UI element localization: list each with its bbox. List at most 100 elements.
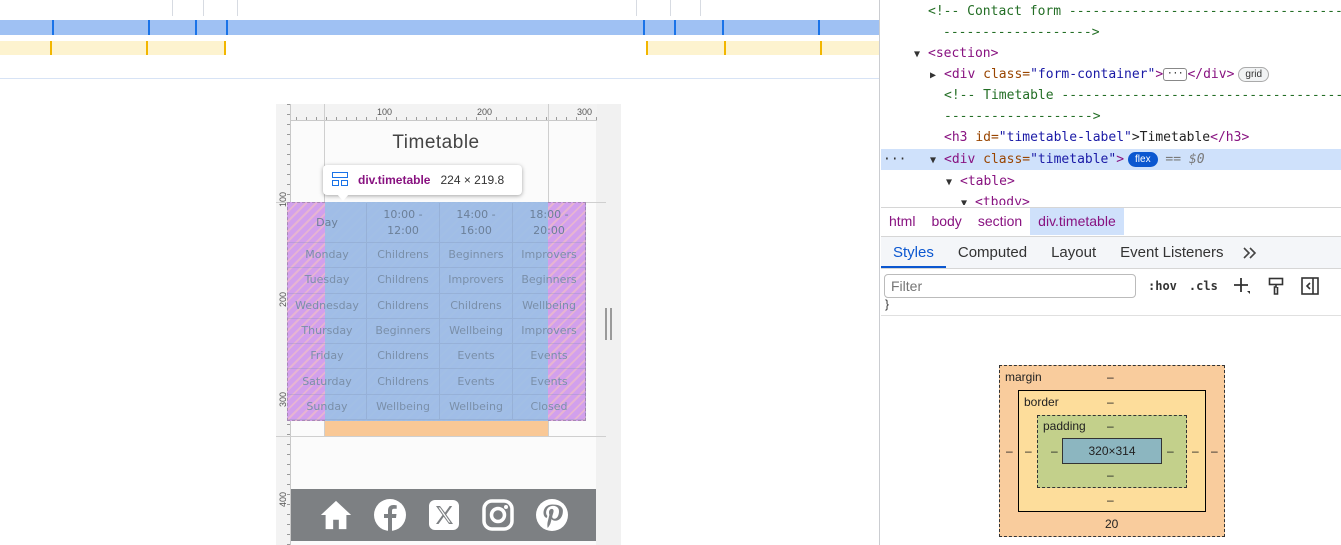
breadcrumb-item-section[interactable]: section xyxy=(970,208,1030,235)
paint-brush-icon[interactable] xyxy=(1266,276,1286,296)
table-cell: Tuesday xyxy=(288,268,367,294)
box-model-content[interactable]: 320×314 xyxy=(1062,438,1162,464)
table-cell: Events xyxy=(440,344,513,370)
table-cell: Beginners xyxy=(440,243,513,269)
breakpoint-marker[interactable] xyxy=(195,20,197,35)
tooltip-arrow xyxy=(337,194,349,201)
breakpoint-marker[interactable] xyxy=(674,20,676,35)
media-query-bar-min-width[interactable] xyxy=(646,41,879,55)
border-left-value[interactable]: – xyxy=(1025,444,1032,458)
rule-closing-brace: } xyxy=(885,297,890,311)
facebook-icon[interactable] xyxy=(373,498,407,532)
breakpoint-marker[interactable] xyxy=(820,41,822,55)
padding-bottom-value[interactable]: – xyxy=(1107,468,1114,482)
border-right-value[interactable]: – xyxy=(1192,444,1199,458)
margin-left-value[interactable]: – xyxy=(1006,444,1013,458)
table-cell: Improvers xyxy=(440,268,513,294)
media-query-bar-max-width[interactable] xyxy=(0,20,879,35)
inspect-tooltip: div.timetable 224 × 219.8 xyxy=(323,165,522,195)
dom-node-comment[interactable]: <!-- Timetable -------------------------… xyxy=(881,85,1341,106)
breadcrumb-item-timetable[interactable]: div.timetable xyxy=(1030,208,1124,235)
dom-node-form-container[interactable]: ▶ <div class="form-container"> ··· </div> gr… xyxy=(881,64,1341,85)
margin-right-value[interactable]: – xyxy=(1211,444,1218,458)
breakpoint-marker[interactable] xyxy=(52,20,54,35)
dom-node-comment[interactable]: <!-- Contact form ----------------------… xyxy=(881,1,1341,22)
table-cell: Wellbeing xyxy=(440,318,513,345)
hover-state-toggle[interactable]: :hov xyxy=(1148,279,1177,293)
media-query-bar-min-width[interactable] xyxy=(0,41,226,55)
toggle-sidebar-icon[interactable] xyxy=(1300,276,1320,296)
flex-badge[interactable]: flex xyxy=(1128,152,1158,167)
more-actions-icon[interactable]: ··· xyxy=(881,149,930,170)
home-icon[interactable] xyxy=(319,498,353,532)
dom-node-table[interactable]: ▼ <table> xyxy=(881,171,1341,192)
tab-styles[interactable]: Styles xyxy=(881,237,946,268)
padding-right-value[interactable]: – xyxy=(1167,444,1174,458)
border-top-value[interactable]: – xyxy=(1107,395,1114,409)
table-cell: Wellbeing xyxy=(440,394,513,421)
pinterest-icon[interactable] xyxy=(535,498,569,532)
styles-filter-input[interactable] xyxy=(884,274,1136,298)
timeline-gridline xyxy=(203,0,204,16)
margin-top-value[interactable]: – xyxy=(1107,370,1114,384)
tab-computed[interactable]: Computed xyxy=(946,237,1039,268)
table-header-cell: 10:00 - 12:00 xyxy=(367,203,440,243)
dom-node-comment[interactable]: -------------------> xyxy=(881,106,1341,127)
styles-toolbar: :hov .cls xyxy=(881,270,1341,302)
table-header-cell: 14:00 - 16:00 xyxy=(440,203,513,243)
instagram-icon[interactable] xyxy=(481,498,515,532)
expand-triangle-icon[interactable]: ▼ xyxy=(930,150,944,171)
class-toggle[interactable]: .cls xyxy=(1189,279,1218,293)
expand-triangle-icon[interactable]: ▼ xyxy=(914,44,928,65)
border-bottom-value[interactable]: – xyxy=(1107,493,1114,507)
collapse-triangle-icon[interactable]: ▶ xyxy=(930,65,944,86)
breakpoint-marker[interactable] xyxy=(722,20,724,35)
timeline-gridline xyxy=(670,0,671,16)
breakpoint-marker[interactable] xyxy=(818,20,820,35)
ellipsis-icon[interactable]: ··· xyxy=(1163,68,1188,81)
tab-event-listeners[interactable]: Event Listeners xyxy=(1108,237,1235,268)
breakpoint-marker[interactable] xyxy=(226,20,228,35)
breakpoint-marker[interactable] xyxy=(50,41,52,55)
ruler-label: 100 xyxy=(377,107,393,117)
breakpoint-marker[interactable] xyxy=(643,20,645,35)
breadcrumb-item-html[interactable]: html xyxy=(881,208,923,235)
dom-node-comment[interactable]: -------------------> xyxy=(881,22,1341,43)
table-cell: Improvers xyxy=(513,243,586,269)
grid-badge[interactable]: grid xyxy=(1238,67,1270,82)
table-cell: Childrens xyxy=(367,243,440,269)
table-cell: Childrens xyxy=(367,268,440,294)
breakpoint-marker[interactable] xyxy=(224,41,226,55)
timeline-gridline xyxy=(700,0,701,16)
dom-node-timetable-selected[interactable]: ··· ▼ <div class="timetable"> flex == $0 xyxy=(881,149,1341,170)
expand-triangle-icon[interactable]: ▼ xyxy=(946,172,960,193)
table-cell: Closed xyxy=(513,394,586,421)
x-twitter-icon[interactable] xyxy=(427,498,461,532)
padding-left-value[interactable]: – xyxy=(1051,444,1058,458)
tab-layout[interactable]: Layout xyxy=(1039,237,1108,268)
breakpoint-marker[interactable] xyxy=(148,20,150,35)
breadcrumb-item-body[interactable]: body xyxy=(923,208,969,235)
table-cell: Events xyxy=(440,369,513,395)
box-model-border-label: border xyxy=(1024,395,1059,409)
new-style-rule-icon[interactable] xyxy=(1232,276,1252,296)
dom-node-section[interactable]: ▼ <section> xyxy=(881,43,1341,64)
padding-top-value[interactable]: – xyxy=(1107,419,1114,433)
dom-node-h3[interactable]: <h3 id="timetable-label">Timetable</h3> xyxy=(881,127,1341,148)
table-cell: Friday xyxy=(288,344,367,370)
expand-triangle-icon[interactable]: ▼ xyxy=(961,193,975,205)
breakpoint-marker[interactable] xyxy=(146,41,148,55)
table-cell: Childrens xyxy=(367,293,440,319)
table-cell: Sunday xyxy=(288,394,367,421)
table-cell: Events xyxy=(513,344,586,370)
breakpoint-marker[interactable] xyxy=(724,41,726,55)
table-cell: Events xyxy=(513,369,586,395)
styles-separator xyxy=(881,315,1341,316)
dom-node-tbody[interactable]: ▼ <tbody> xyxy=(881,192,1341,205)
device-resize-handle[interactable] xyxy=(605,308,612,340)
breakpoint-marker[interactable] xyxy=(646,41,648,55)
tooltip-dimensions: 224 × 219.8 xyxy=(440,173,505,187)
table-cell: Wednesday xyxy=(288,293,367,319)
margin-bottom-value[interactable]: 20 xyxy=(1105,517,1118,531)
more-tabs-chevron-icon[interactable] xyxy=(1236,237,1264,268)
